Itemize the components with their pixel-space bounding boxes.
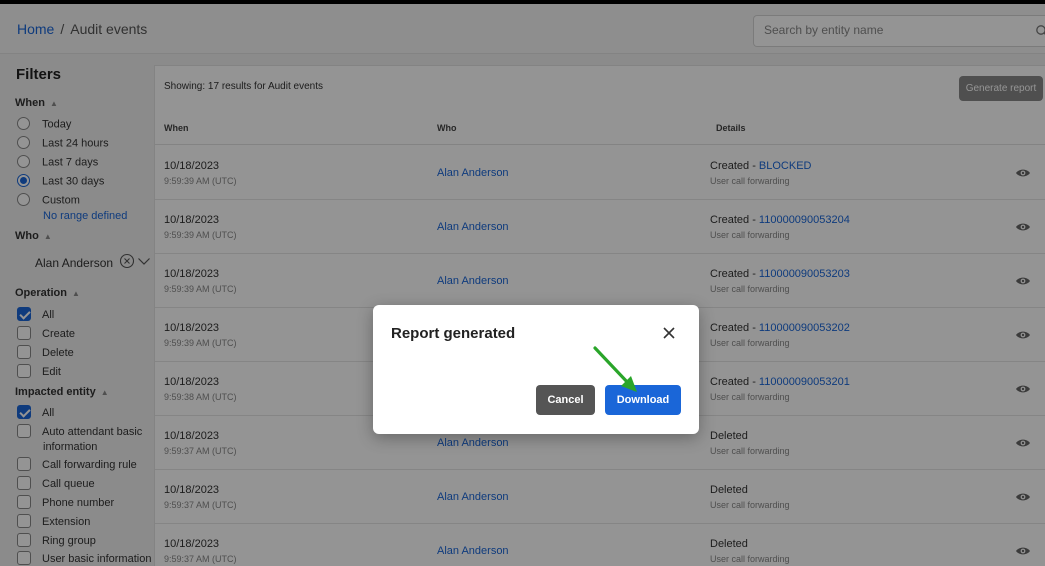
cancel-button[interactable]: Cancel [536, 385, 595, 415]
report-generated-dialog: Report generated Cancel Download [373, 305, 699, 434]
modal-overlay [0, 0, 1045, 566]
annotation-arrow-icon [593, 346, 637, 392]
dialog-title: Report generated [391, 325, 516, 342]
close-icon[interactable] [662, 326, 676, 340]
